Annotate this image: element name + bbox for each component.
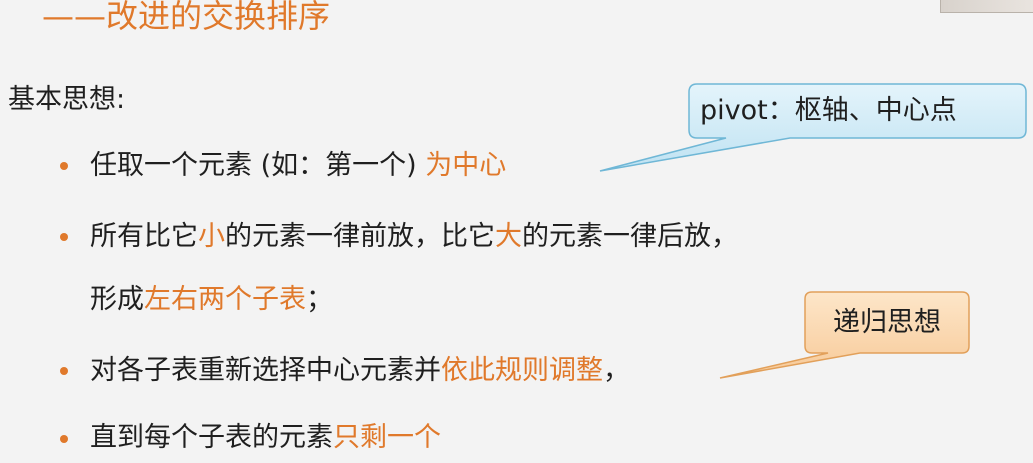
pivot-callout-text: pivot：枢轴、中心点 [700, 95, 957, 126]
callout-shapes [599, 83, 1027, 379]
recursion-callout-text: 递归思想 [833, 307, 941, 338]
